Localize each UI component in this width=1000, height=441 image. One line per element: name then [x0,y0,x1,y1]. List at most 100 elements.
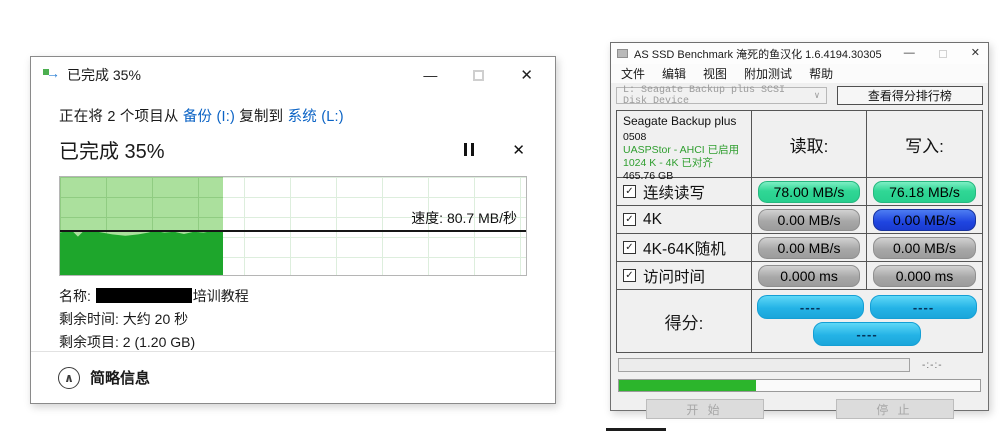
window-controls: — ✕ [904,48,980,59]
copy-status-prefix: 正在将 2 个项目从 [59,109,183,125]
close-button[interactable]: ✕ [520,68,533,83]
source-drive-link[interactable]: 备份 (I:) [183,109,235,125]
pause-icon[interactable] [464,143,474,156]
benchmark-table: Seagate Backup plus 0508 UASPStor - AHCI… [616,110,983,353]
checkbox-4k64k[interactable]: ✓ [623,241,636,254]
row-label-text: 4K-64K随机 [643,237,726,259]
view-ranking-button[interactable]: 查看得分排行榜 [837,86,983,105]
value-pill: 0.00 MB/s [758,209,860,231]
checkbox-access-time[interactable]: ✓ [623,269,636,282]
drive-firmware: 0508 [623,131,745,144]
drive-driver-status: UASPStor - AHCI 已启用 [623,144,745,157]
value-pill: 0.000 ms [758,265,860,287]
dest-drive-link[interactable]: 系统 (L:) [288,109,344,125]
progress-heading: 已完成 35% [59,135,165,164]
row-label-text: 访问时间 [643,265,705,287]
background-window-edge [606,428,666,431]
copy-body: 正在将 2 个项目从 备份 (I:) 复制到 系统 (L:) 已完成 35% ✕… [31,93,555,354]
row-label-4k64k: ✓ 4K-64K随机 [617,234,752,262]
4k64k-read-cell: 0.00 MB/s [752,234,867,262]
4k64k-write-cell: 0.00 MB/s [867,234,982,262]
checkbox-sequential[interactable]: ✓ [623,185,636,198]
copy-titlebar: → 已完成 35% — ✕ [31,57,555,93]
row-label-text: 连续读写 [643,181,705,203]
score-write-pill: ---- [870,295,977,319]
copy-status-line: 正在将 2 个项目从 备份 (I:) 复制到 系统 (L:) [59,105,527,126]
score-area: ---- ---- ---- [752,290,982,352]
name-label: 名称: [59,288,91,304]
drive-alignment: 1024 K - 4K 已对齐 [623,157,745,170]
blue-arrow-icon: → [46,65,60,81]
4k-write-cell: 0.00 MB/s [867,206,982,234]
name-line: 名称: 培训教程 [59,285,527,308]
benchmark-titlebar: AS SSD Benchmark 淹死的鱼汉化 1.6.4194.30305 —… [611,43,988,64]
progress-heading-row: 已完成 35% ✕ [59,135,527,164]
drive-select-dropdown[interactable]: L: Seagate Backup plus SCSI Disk Device … [616,87,827,104]
minimize-button[interactable]: — [904,48,915,59]
cancel-copy-icon[interactable]: ✕ [512,141,525,159]
redacted-name-box [96,288,192,303]
run-progress-bar [618,379,981,392]
value-pill: 0.00 MB/s [758,237,860,259]
benchmark-window: AS SSD Benchmark 淹死的鱼汉化 1.6.4194.30305 —… [610,42,989,411]
score-read-pill: ---- [757,295,864,319]
menu-help[interactable]: 帮助 [809,65,833,82]
maximize-button[interactable] [939,50,947,58]
window-title: AS SSD Benchmark 淹死的鱼汉化 1.6.4194.30305 [634,46,882,62]
name-suffix: 培训教程 [193,288,249,304]
benchmark-progress-bar [618,358,910,372]
copy-dialog-window: → 已完成 35% — ✕ 正在将 2 个项目从 备份 (I:) 复制到 系统 … [30,56,556,404]
write-column-header: 写入: [867,111,982,178]
app-icon [617,49,628,58]
speed-chart: 速度: 80.7 MB/秒 [59,176,527,276]
menu-extra-tests[interactable]: 附加测试 [744,65,792,82]
copy-app-icon: → [43,68,60,82]
run-progress-fill [619,380,756,391]
checkbox-4k[interactable]: ✓ [623,213,636,226]
copy-details: 名称: 培训教程 剩余时间: 大约 20 秒 剩余项目: 2 (1.20 GB) [59,285,527,354]
start-button[interactable]: 开 始 [646,399,764,419]
read-column-header: 读取: [752,111,867,178]
close-button[interactable]: ✕ [971,48,980,59]
copy-status-middle: 复制到 [235,109,288,125]
row-label-sequential: ✓ 连续读写 [617,178,752,206]
toolbar: L: Seagate Backup plus SCSI Disk Device … [611,83,988,107]
value-pill: 76.18 MB/s [873,181,976,203]
menu-bar: 文件 编辑 视图 附加测试 帮助 [611,64,988,83]
drive-info-cell: Seagate Backup plus 0508 UASPStor - AHCI… [617,111,752,178]
maximize-button[interactable] [473,70,484,81]
screenshot-canvas: → 已完成 35% — ✕ 正在将 2 个项目从 备份 (I:) 复制到 系统 … [0,0,1000,441]
value-pill: 0.000 ms [873,265,976,287]
chevron-up-circle-icon[interactable]: ∧ [58,367,80,389]
sequential-write-cell: 76.18 MB/s [867,178,982,206]
menu-edit[interactable]: 编辑 [662,65,686,82]
row-label-access-time: ✓ 访问时间 [617,262,752,290]
value-pill: 78.00 MB/s [758,181,860,203]
score-total-pill: ---- [813,322,922,346]
drive-model: Seagate Backup plus [623,115,745,128]
access-time-write-cell: 0.000 ms [867,262,982,290]
menu-file[interactable]: 文件 [621,65,645,82]
window-title: 已完成 35% [67,65,141,85]
sequential-read-cell: 78.00 MB/s [752,178,867,206]
minimize-button[interactable]: — [423,68,437,82]
menu-view[interactable]: 视图 [703,65,727,82]
access-time-read-cell: 0.000 ms [752,262,867,290]
speed-graph-fill [60,230,223,275]
stop-button[interactable]: 停 止 [836,399,954,419]
chevron-down-icon: ∨ [814,91,819,101]
time-remaining-line: 剩余时间: 大约 20 秒 [59,308,527,331]
row-label-text: 4K [643,211,662,229]
4k-read-cell: 0.00 MB/s [752,206,867,234]
drive-select-value: L: Seagate Backup plus SCSI Disk Device [623,85,814,107]
benchmark-progress-row: -:-:- [618,358,981,372]
fewer-details-toggle[interactable]: 简略信息 [90,367,150,388]
row-label-4k: ✓ 4K [617,206,752,234]
eta-placeholder: -:-:- [922,360,943,371]
value-pill-active: 0.00 MB/s [873,209,976,231]
value-pill: 0.00 MB/s [873,237,976,259]
button-row: 开 始 停 止 [611,399,988,419]
speed-level-line [60,230,526,232]
speed-label: 速度: 80.7 MB/秒 [411,208,517,228]
copy-footer: ∧ 简略信息 [31,351,555,403]
